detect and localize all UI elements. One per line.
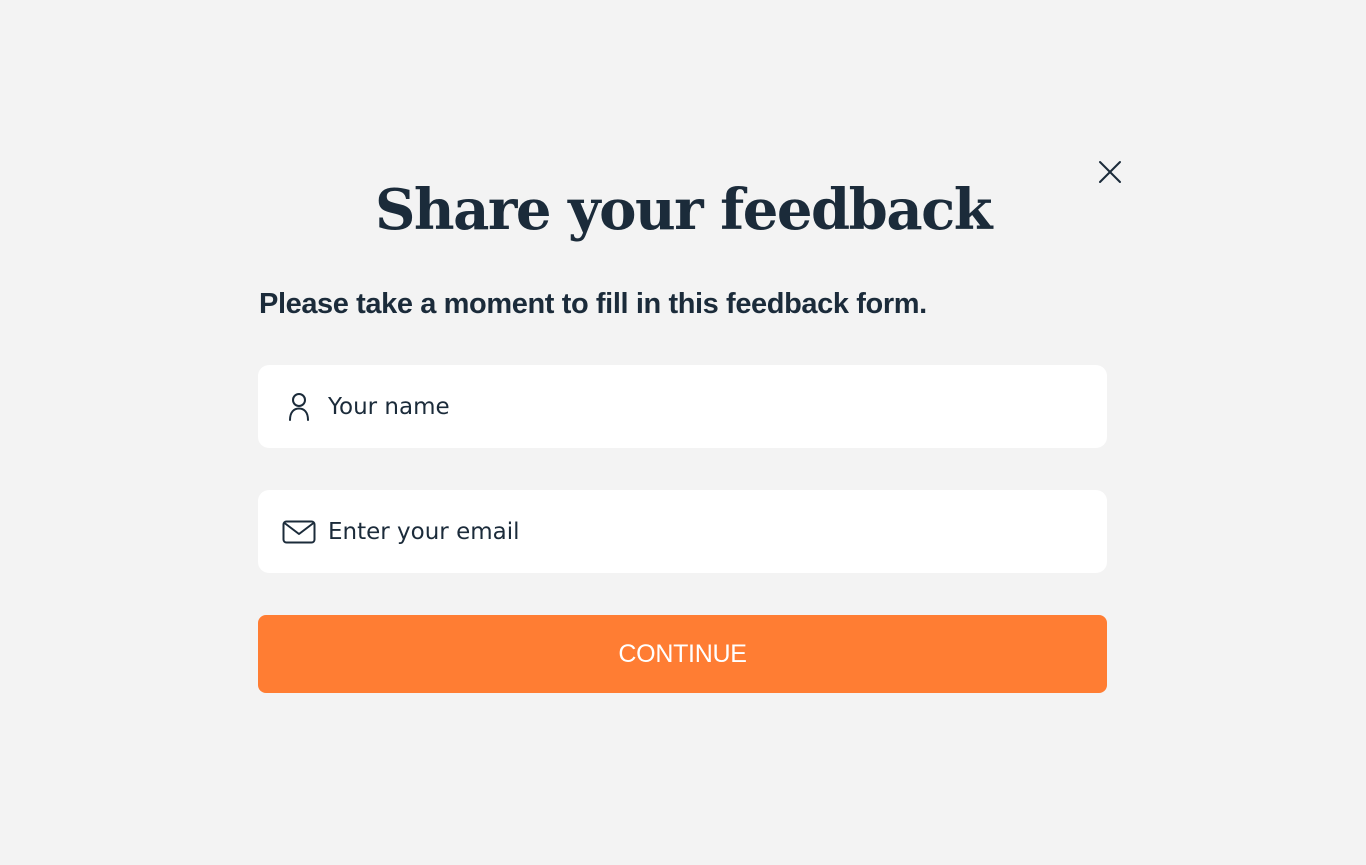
name-input[interactable] [328, 386, 1107, 427]
email-input[interactable] [328, 511, 1107, 552]
mail-icon [282, 515, 316, 549]
name-field[interactable] [258, 365, 1107, 448]
email-field[interactable] [258, 490, 1107, 573]
dialog-subtitle: Please take a moment to fill in this fee… [259, 288, 927, 320]
user-icon [282, 390, 316, 424]
dialog-title: Share your feedback [374, 177, 993, 243]
feedback-dialog: Share your feedback Please take a moment… [0, 0, 1366, 865]
continue-button[interactable]: CONTINUE [258, 615, 1107, 693]
